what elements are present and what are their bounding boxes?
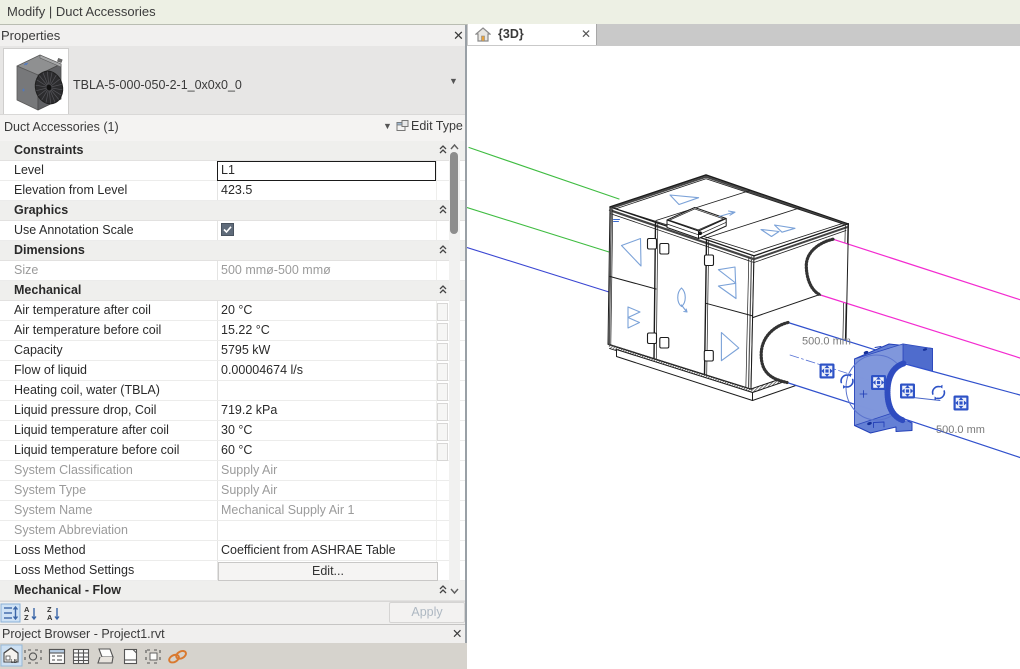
svg-text:Z: Z (24, 613, 29, 622)
svg-text:A: A (47, 613, 53, 622)
svg-text:LB: LB (11, 659, 18, 665)
svg-text:500.0 mm: 500.0 mm (802, 336, 851, 348)
svg-text:500.0 mm: 500.0 mm (936, 424, 985, 436)
